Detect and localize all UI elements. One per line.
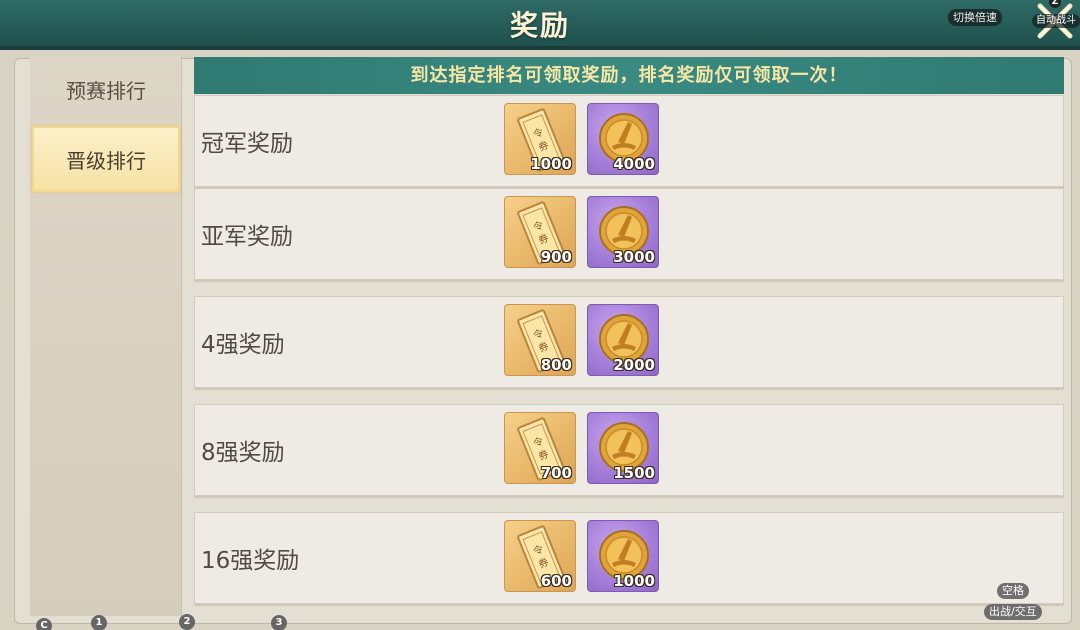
coin-reward-item[interactable]: 1500 bbox=[587, 412, 659, 484]
key-hint-2: 2 bbox=[179, 614, 195, 630]
ticket-reward-item[interactable]: 令券 800 bbox=[504, 304, 576, 376]
header-bar: 奖励 切换倍速 Z 自动战斗 bbox=[0, 0, 1080, 50]
coin-reward-item[interactable]: 4000 bbox=[587, 103, 659, 175]
page-title: 奖励 bbox=[509, 9, 570, 42]
reward-tier-label: 4强奖励 bbox=[201, 332, 285, 358]
key-hint-c: C bbox=[36, 618, 52, 630]
coin-quantity: 2000 bbox=[613, 356, 655, 374]
coin-quantity: 3000 bbox=[613, 248, 655, 266]
coin-quantity: 1000 bbox=[613, 572, 655, 590]
ticket-reward-item[interactable]: 令券 700 bbox=[504, 412, 576, 484]
coin-reward-item[interactable]: 3000 bbox=[587, 196, 659, 268]
coin-quantity: 1500 bbox=[613, 464, 655, 482]
sidebar: 预赛排行 晋级排行 bbox=[30, 56, 182, 616]
ticket-quantity: 900 bbox=[540, 248, 572, 266]
reward-row: 亚军奖励 令券 900 3000 bbox=[194, 188, 1064, 280]
reward-tier-label: 8强奖励 bbox=[201, 440, 285, 466]
speed-toggle-button[interactable]: 切换倍速 bbox=[948, 9, 1002, 26]
reward-row: 冠军奖励 令券 1000 4000 bbox=[194, 95, 1064, 187]
ticket-quantity: 600 bbox=[540, 572, 572, 590]
space-key-hint: 空格 bbox=[997, 583, 1029, 599]
tab-promotion-ranking[interactable]: 晋级排行 bbox=[32, 126, 180, 192]
reward-tier-label: 亚军奖励 bbox=[201, 224, 293, 250]
auto-battle-button[interactable]: Z 自动战斗 bbox=[1030, 0, 1080, 44]
key-hint-1: 1 bbox=[91, 615, 107, 630]
coin-quantity: 4000 bbox=[613, 155, 655, 173]
sortie-interact-hint[interactable]: 出战/交互 bbox=[984, 604, 1042, 620]
ticket-quantity: 700 bbox=[540, 464, 572, 482]
reward-notice: 到达指定排名可领取奖励，排名奖励仅可领取一次！ bbox=[194, 57, 1064, 94]
ticket-reward-item[interactable]: 令券 900 bbox=[504, 196, 576, 268]
reward-row: 8强奖励 令券 700 1500 bbox=[194, 404, 1064, 496]
auto-battle-label: 自动战斗 bbox=[1032, 14, 1080, 28]
reward-row: 16强奖励 令券 600 1000 bbox=[194, 512, 1064, 604]
ticket-quantity: 1000 bbox=[530, 155, 572, 173]
ticket-reward-item[interactable]: 令券 600 bbox=[504, 520, 576, 592]
tab-preliminary-ranking[interactable]: 预赛排行 bbox=[32, 58, 180, 124]
coin-reward-item[interactable]: 2000 bbox=[587, 304, 659, 376]
ticket-reward-item[interactable]: 令券 1000 bbox=[504, 103, 576, 175]
key-hint-3: 3 bbox=[271, 615, 287, 630]
reward-tier-label: 16强奖励 bbox=[201, 548, 300, 574]
ticket-quantity: 800 bbox=[540, 356, 572, 374]
reward-tier-label: 冠军奖励 bbox=[201, 131, 293, 157]
coin-reward-item[interactable]: 1000 bbox=[587, 520, 659, 592]
reward-row: 4强奖励 令券 800 2000 bbox=[194, 296, 1064, 388]
